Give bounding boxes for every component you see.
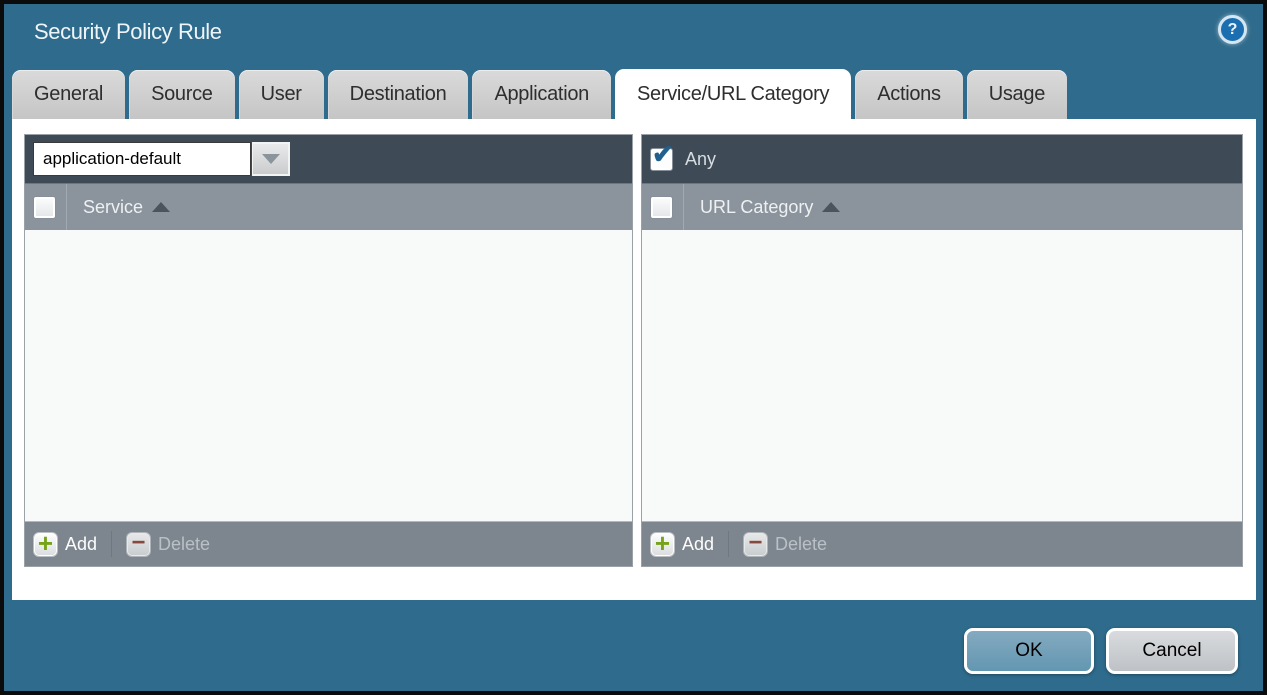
minus-icon: − — [126, 532, 151, 557]
service-footer: + Add − Delete — [25, 521, 632, 566]
help-icon[interactable]: ? — [1218, 15, 1247, 44]
service-add-button[interactable]: + Add — [33, 532, 97, 557]
url-category-add-button[interactable]: + Add — [650, 532, 714, 557]
tab-bar: General Source User Destination Applicat… — [12, 70, 1067, 119]
plus-icon: + — [33, 532, 58, 557]
dialog-title: Security Policy Rule — [34, 19, 222, 45]
sort-ascending-icon — [152, 202, 170, 212]
checkmark-icon: ✔ — [652, 141, 674, 167]
tab-user[interactable]: User — [239, 70, 324, 119]
url-category-panel: ✔ Any URL Category + Add − Delete — [641, 134, 1243, 567]
delete-button-label: Delete — [158, 534, 210, 555]
ok-button[interactable]: OK — [964, 628, 1094, 674]
delete-button-label: Delete — [775, 534, 827, 555]
url-category-footer: + Add − Delete — [642, 521, 1242, 566]
column-divider — [66, 184, 67, 230]
url-category-column-header-row: URL Category — [642, 183, 1242, 230]
url-category-toolbar: ✔ Any — [642, 135, 1242, 183]
chevron-down-icon — [262, 154, 280, 164]
service-list[interactable] — [25, 230, 632, 521]
tab-source[interactable]: Source — [129, 70, 235, 119]
tab-usage[interactable]: Usage — [967, 70, 1067, 119]
help-glyph: ? — [1228, 21, 1238, 39]
title-bar: Security Policy Rule ? — [4, 4, 1263, 66]
tab-general[interactable]: General — [12, 70, 125, 119]
footer-divider — [728, 531, 729, 557]
service-type-dropdown[interactable] — [33, 142, 251, 176]
service-toolbar — [25, 135, 632, 183]
url-category-select-all-checkbox[interactable] — [650, 196, 673, 219]
service-select-all-checkbox[interactable] — [33, 196, 56, 219]
service-delete-button[interactable]: − Delete — [126, 532, 210, 557]
tab-service-url-category[interactable]: Service/URL Category — [615, 69, 851, 119]
sort-ascending-icon — [822, 202, 840, 212]
plus-icon: + — [650, 532, 675, 557]
footer-divider — [111, 531, 112, 557]
column-divider — [683, 184, 684, 230]
cancel-button[interactable]: Cancel — [1106, 628, 1238, 674]
any-checkbox[interactable]: ✔ — [650, 148, 673, 171]
service-dropdown-button[interactable] — [252, 142, 290, 176]
dialog-content: Service + Add − Delete ✔ — [12, 119, 1256, 600]
any-checkbox-label: Any — [685, 149, 716, 170]
tab-actions[interactable]: Actions — [855, 70, 963, 119]
service-column-header-row: Service — [25, 183, 632, 230]
security-policy-rule-dialog: Security Policy Rule ? General Source Us… — [0, 0, 1267, 695]
url-category-delete-button[interactable]: − Delete — [743, 532, 827, 557]
minus-icon: − — [743, 532, 768, 557]
service-panel: Service + Add − Delete — [24, 134, 633, 567]
url-category-column-header[interactable]: URL Category — [700, 197, 813, 218]
add-button-label: Add — [682, 534, 714, 555]
tab-destination[interactable]: Destination — [328, 70, 469, 119]
tab-application[interactable]: Application — [472, 70, 611, 119]
add-button-label: Add — [65, 534, 97, 555]
service-column-header[interactable]: Service — [83, 197, 143, 218]
url-category-list[interactable] — [642, 230, 1242, 521]
